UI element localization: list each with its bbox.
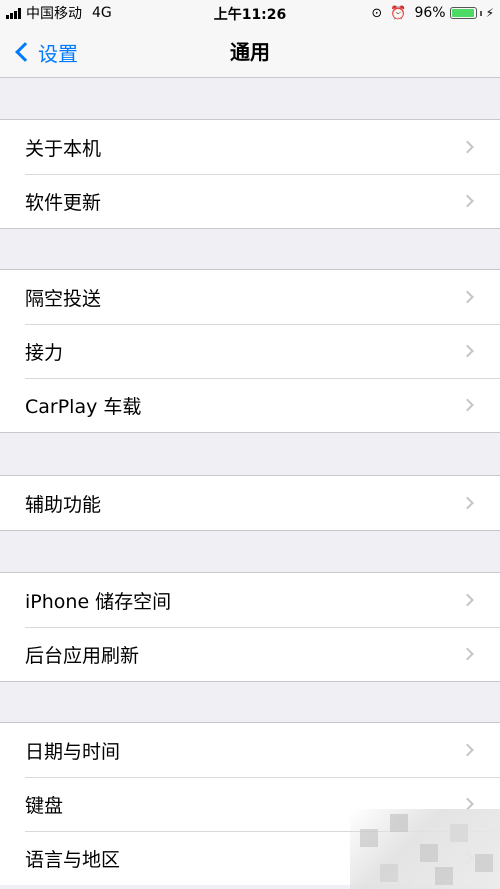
list-item-label: 语言与地区 [25,848,121,871]
list-item-label: 隔空投送 [25,287,102,310]
battery-fill [451,9,474,17]
chevron-right-icon [461,194,474,208]
settings-group-storage: iPhone 储存空间 后台应用刷新 [0,572,500,682]
chevron-right-icon [461,593,474,607]
list-item-label: 接力 [25,341,64,364]
settings-group-airdrop: 隔空投送 接力 CarPlay 车载 [0,269,500,433]
list-item-label: 日期与时间 [25,740,121,763]
chevron-right-icon [461,398,474,412]
list-item-label: 后台应用刷新 [25,644,140,667]
status-bar: 中国移动 4G 上午11:26 ⊙ ⏰ 96% ⚡ [0,0,500,26]
settings-group-about: 关于本机 软件更新 [0,119,500,229]
watermark-blur [350,809,500,889]
nav-bar: 设置 通用 [0,26,500,78]
alarm-icon: ⏰ [390,5,407,21]
list-item-label: CarPlay 车载 [25,395,142,418]
list-item-label: 软件更新 [25,191,102,214]
chevron-right-icon [461,344,474,358]
list-item-carplay[interactable]: CarPlay 车载 [0,378,500,432]
battery-cap [479,10,482,16]
orientation-lock-icon: ⊙ [371,5,383,21]
list-item-iphone-storage[interactable]: iPhone 储存空间 [0,573,500,627]
chevron-right-icon [461,743,474,757]
chevron-right-icon [461,496,474,510]
list-item-label: iPhone 储存空间 [25,590,172,613]
list-item-software-update[interactable]: 软件更新 [0,174,500,228]
list-item-label: 辅助功能 [25,493,102,516]
list-item-airdrop[interactable]: 隔空投送 [0,270,500,324]
list-item-label: 关于本机 [25,137,102,160]
list-item-handoff[interactable]: 接力 [0,324,500,378]
charging-bolt-icon: ⚡ [485,6,494,20]
battery-icon [449,7,477,19]
chevron-right-icon [461,140,474,154]
list-item-about[interactable]: 关于本机 [0,120,500,174]
chevron-right-icon [461,290,474,304]
page-title: 通用 [230,40,270,64]
list-item-accessibility[interactable]: 辅助功能 [0,476,500,530]
battery-percent: 96% [414,5,446,21]
list-item-background-refresh[interactable]: 后台应用刷新 [0,627,500,681]
list-item-label: 键盘 [25,794,64,817]
chevron-right-icon [461,647,474,661]
status-right: ⊙ ⏰ 96% ⚡ [371,4,494,22]
settings-group-accessibility: 辅助功能 [0,475,500,531]
list-item-date-time[interactable]: 日期与时间 [0,723,500,777]
